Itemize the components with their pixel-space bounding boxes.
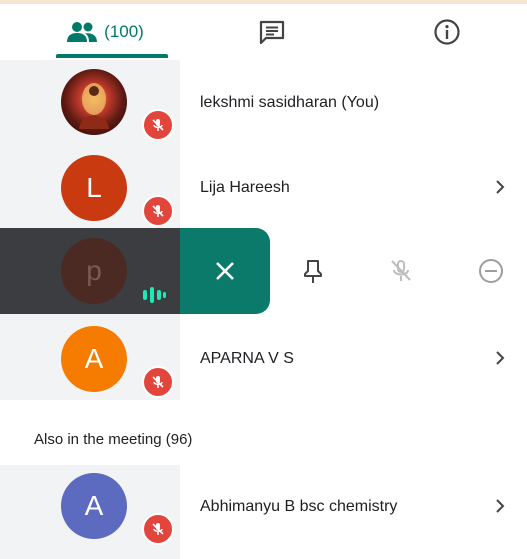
mic-off-badge bbox=[142, 513, 174, 545]
mic-off-icon bbox=[152, 119, 164, 131]
mute-participant-button[interactable] bbox=[366, 228, 436, 314]
avatar-photo bbox=[79, 83, 109, 129]
pin-icon bbox=[304, 260, 322, 283]
section-heading: Also in the meeting (96) bbox=[34, 431, 193, 448]
tab-chat[interactable] bbox=[232, 4, 312, 60]
participant-name: lekshmi sasidharan (You) bbox=[200, 94, 380, 111]
people-count: (100) bbox=[104, 22, 144, 41]
mic-off-icon bbox=[152, 205, 164, 217]
tab-people[interactable]: (100) bbox=[40, 4, 170, 60]
speaking-icon bbox=[143, 287, 166, 303]
avatar: p bbox=[61, 238, 127, 304]
tab-info[interactable] bbox=[410, 4, 484, 60]
info-icon bbox=[434, 19, 460, 45]
participant-action-row: p bbox=[0, 228, 527, 314]
participant-actions bbox=[270, 228, 527, 314]
participant-row[interactable]: lekshmi sasidharan (You) bbox=[0, 60, 527, 144]
avatar bbox=[61, 69, 127, 135]
avatar-letter: A bbox=[84, 343, 104, 374]
participant-row[interactable]: A APARNA V S bbox=[0, 314, 527, 400]
chat-icon bbox=[259, 20, 285, 45]
avatar-letter: A bbox=[84, 490, 104, 521]
mic-off-icon bbox=[152, 376, 164, 388]
chevron-right-icon[interactable] bbox=[491, 178, 509, 196]
close-actions-button[interactable] bbox=[180, 228, 270, 314]
mic-off-badge bbox=[142, 195, 174, 227]
mic-off-icon bbox=[152, 523, 164, 535]
participant-row[interactable]: A Abhimanyu B bsc chemistry bbox=[0, 465, 527, 559]
participant-name: Lija Hareesh bbox=[200, 179, 290, 196]
avatar-letter: p bbox=[86, 255, 102, 286]
tab-bar: (100) bbox=[0, 4, 527, 60]
avatar: L bbox=[61, 155, 127, 221]
participant-name: APARNA V S bbox=[200, 350, 294, 367]
mic-off-badge bbox=[142, 366, 174, 398]
people-icon bbox=[67, 22, 98, 42]
pin-button[interactable] bbox=[278, 228, 348, 314]
close-icon bbox=[216, 262, 234, 280]
participant-name: Abhimanyu B bsc chemistry bbox=[200, 498, 398, 515]
tab-active-indicator bbox=[56, 54, 168, 58]
mic-off-badge bbox=[142, 109, 174, 141]
avatar-letter: L bbox=[86, 172, 102, 203]
remove-icon bbox=[479, 259, 503, 283]
chevron-right-icon[interactable] bbox=[491, 497, 509, 515]
avatar: A bbox=[61, 326, 127, 392]
avatar: A bbox=[61, 473, 127, 539]
remove-participant-button[interactable] bbox=[456, 228, 526, 314]
chevron-right-icon[interactable] bbox=[491, 349, 509, 367]
participant-row[interactable]: L Lija Hareesh bbox=[0, 144, 527, 228]
mic-off-icon bbox=[391, 260, 411, 281]
